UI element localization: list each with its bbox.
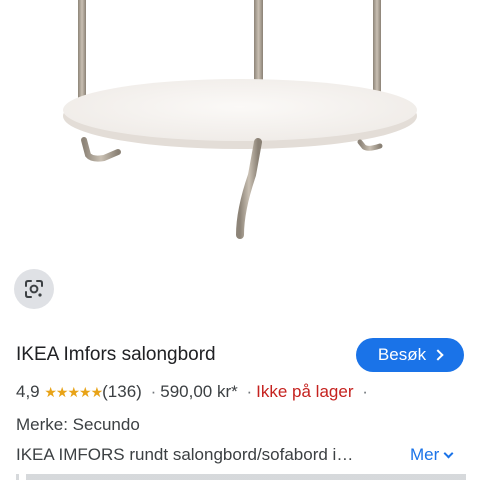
truncated-text-row bbox=[16, 474, 466, 480]
product-title[interactable]: IKEA Imfors salongbord bbox=[16, 344, 216, 366]
chevron-down-icon bbox=[443, 448, 454, 458]
chevron-right-icon bbox=[432, 349, 444, 361]
brand-label: Merke: Secundo bbox=[16, 415, 140, 434]
title-row: IKEA Imfors salongbord Besøk bbox=[16, 338, 464, 374]
rating-value: 4,9 bbox=[16, 382, 40, 401]
product-description: IKEA IMFORS rundt salongbord/sofabord i… bbox=[16, 445, 354, 464]
price: 590,00 kr* bbox=[160, 382, 238, 401]
product-meta-row: 4,9 ★★★★★(136) · 590,00 kr* · Ikke på lage… bbox=[16, 382, 372, 402]
star-rating-icon: ★★★★★ bbox=[44, 384, 103, 400]
product-result-panel: IKEA Imfors salongbord Besøk 4,9 ★★★★★(1… bbox=[0, 0, 480, 480]
truncated-text bbox=[16, 474, 466, 480]
product-image[interactable] bbox=[0, 0, 480, 250]
google-lens-button[interactable] bbox=[14, 269, 54, 309]
separator: · bbox=[246, 382, 253, 401]
more-label: Mer bbox=[410, 445, 440, 464]
google-lens-icon bbox=[25, 280, 43, 298]
more-button[interactable]: Mer bbox=[410, 445, 454, 465]
separator: · bbox=[150, 382, 157, 401]
visit-button-label: Besøk bbox=[377, 345, 427, 364]
review-count[interactable]: (136) bbox=[102, 382, 142, 401]
separator: · bbox=[362, 382, 368, 401]
visit-button[interactable]: Besøk bbox=[356, 338, 464, 372]
stock-status: Ikke på lager bbox=[256, 382, 354, 401]
